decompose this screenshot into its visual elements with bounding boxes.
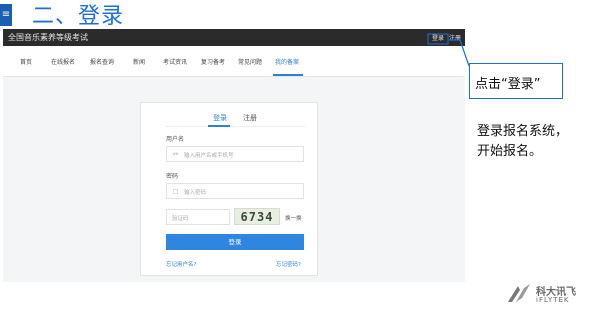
- site-topbar: 全国音乐素养等级考试 登录 注册: [3, 29, 465, 46]
- login-button[interactable]: 登录: [166, 234, 304, 250]
- nav-item-faq[interactable]: 常见问题: [238, 57, 262, 66]
- username-label: 用户名: [166, 136, 185, 143]
- forgot-username-link[interactable]: 忘记用户名?: [166, 260, 196, 268]
- tab-active-underline: [208, 125, 230, 127]
- nav-item-my-record[interactable]: 我的备案: [275, 57, 299, 66]
- password-field[interactable]: □ 输入密码: [166, 183, 304, 199]
- tab-login[interactable]: 登录: [213, 113, 227, 123]
- captcha-placeholder: 验证码: [172, 216, 189, 222]
- lock-icon: □: [173, 188, 179, 195]
- description: 登录报名系统， 开始报名。: [477, 122, 592, 162]
- slide-title: 二、登录: [32, 4, 125, 29]
- captcha-image[interactable]: 6734: [234, 208, 280, 225]
- password-placeholder: 输入密码: [184, 190, 207, 196]
- callout-box: 点击“登录”: [469, 63, 563, 99]
- callout-text: 点击“登录”: [475, 77, 541, 92]
- nav-active-underline: [273, 74, 303, 76]
- captcha-refresh-link[interactable]: 换一换: [285, 214, 302, 222]
- nav-item-review[interactable]: 复习备考: [201, 57, 225, 66]
- nav-item-news[interactable]: 新闻: [133, 57, 145, 66]
- login-card: 登录 注册 用户名 ⚯ 输入用户名或手机号 密码 □ 输入密码 验证码 6734…: [140, 102, 318, 276]
- nav-item-exam-info[interactable]: 考试资讯: [163, 57, 187, 66]
- password-label: 密码: [166, 173, 179, 180]
- iflytek-logo-icon: [508, 284, 530, 302]
- topbar-register-link[interactable]: 注册: [449, 33, 461, 42]
- nav-item-signup-query[interactable]: 报名查询: [90, 57, 114, 66]
- tab-register[interactable]: 注册: [243, 113, 257, 123]
- tab-divider: [165, 126, 305, 127]
- site-name: 全国音乐素养等级考试: [8, 33, 88, 42]
- description-line-1: 登录报名系统，: [477, 124, 569, 139]
- logo-en-text: iFLYTEK: [536, 296, 570, 304]
- website-screenshot: 全国音乐素养等级考试 登录 注册 首页 在线报名 报名查询 新闻 考试资讯 复习…: [3, 29, 465, 282]
- captcha-field[interactable]: 验证码: [166, 209, 230, 225]
- username-field[interactable]: ⚯ 输入用户名或手机号: [166, 146, 304, 162]
- topbar-login-link[interactable]: 登录: [432, 33, 444, 42]
- username-placeholder: 输入用户名或手机号: [184, 153, 234, 159]
- forgot-password-link[interactable]: 忘记密码?: [276, 260, 301, 268]
- iflytek-logo: 科大讯飞 iFLYTEK: [506, 282, 594, 308]
- description-line-2: 开始报名。: [477, 144, 543, 159]
- user-icon: ⚯: [173, 151, 179, 158]
- slide-marker: ≡: [0, 4, 12, 26]
- nav-item-home[interactable]: 首页: [20, 57, 32, 66]
- nav-item-online-signup[interactable]: 在线报名: [51, 57, 75, 66]
- site-navbar: 首页 在线报名 报名查询 新闻 考试资讯 复习备考 常见问题 我的备案: [3, 46, 465, 77]
